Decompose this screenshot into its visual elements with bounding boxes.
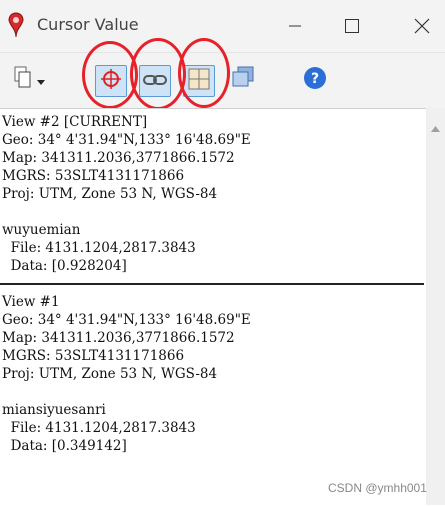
watermark: CSDN @ymhh001 (328, 481, 427, 495)
mgrs-coordinates: MGRS: 53SLT4131171866 (2, 348, 185, 364)
svg-text:?: ? (311, 71, 319, 87)
cursor-value-text-area[interactable]: View #2 [CURRENT] Geo: 34° 4'31.94"N,133… (0, 108, 426, 506)
file-coordinates: File: 4131.1204,2817.3843 (2, 240, 196, 256)
chevron-down-icon (36, 71, 46, 90)
map-pin-icon (8, 12, 24, 42)
pixel-data-value: Data: [0.349142] (2, 438, 127, 454)
vertical-scrollbar[interactable] (426, 108, 445, 505)
window-title: Cursor Value (37, 15, 139, 34)
help-icon: ? (303, 66, 327, 94)
layer-name: miansiyuesanri (2, 402, 106, 418)
mgrs-coordinates: MGRS: 53SLT4131171866 (2, 168, 185, 184)
map-coordinates: Map: 341311.2036,3771866.1572 (2, 330, 235, 346)
copy-menu-button[interactable] (8, 65, 52, 95)
scroll-up-arrow-icon[interactable] (430, 118, 441, 137)
copy-document-icon (14, 66, 36, 94)
maximize-button[interactable] (340, 14, 364, 38)
minimize-button[interactable] (283, 14, 307, 38)
title-bar: Cursor Value (0, 0, 445, 53)
help-button[interactable]: ? (300, 65, 330, 95)
view-header: View #2 [CURRENT] (2, 114, 148, 130)
projection-info: Proj: UTM, Zone 53 N, WGS-84 (2, 186, 218, 202)
projection-info: Proj: UTM, Zone 53 N, WGS-84 (2, 366, 218, 382)
close-button[interactable] (410, 14, 434, 38)
file-coordinates: File: 4131.1204,2817.3843 (2, 420, 196, 436)
annotation-circle (178, 38, 230, 108)
view-header: View #1 (2, 294, 60, 310)
view-divider (0, 283, 424, 285)
pixel-data-value: Data: [0.928204] (2, 258, 127, 274)
map-coordinates: Map: 341311.2036,3771866.1572 (2, 150, 235, 166)
geo-coordinates: Geo: 34° 4'31.94"N,133° 16'48.69"E (2, 132, 251, 148)
geo-coordinates: Geo: 34° 4'31.94"N,133° 16'48.69"E (2, 312, 251, 328)
layers-icon (230, 66, 256, 94)
layer-name: wuyuemian (2, 222, 81, 238)
layers-button[interactable] (228, 65, 258, 95)
